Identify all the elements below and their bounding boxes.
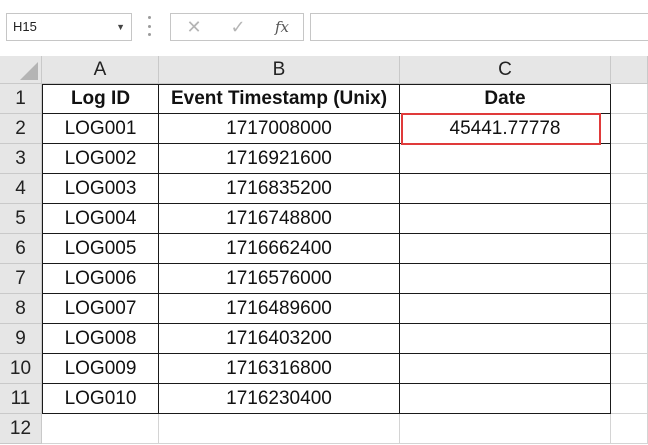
column-header-d[interactable] bbox=[611, 56, 648, 84]
table-cell[interactable] bbox=[400, 264, 611, 294]
row-header[interactable]: 12 bbox=[0, 414, 42, 444]
row-header[interactable]: 10 bbox=[0, 354, 42, 384]
cell[interactable] bbox=[611, 354, 648, 384]
row-header[interactable]: 7 bbox=[0, 264, 42, 294]
table-cell[interactable]: LOG003 bbox=[42, 174, 159, 204]
row-header[interactable]: 6 bbox=[0, 234, 42, 264]
row-header[interactable]: 3 bbox=[0, 144, 42, 174]
cell[interactable] bbox=[611, 264, 648, 294]
formula-bar-area: H15 ▼ ✕ ✓ fx bbox=[0, 0, 648, 56]
cell[interactable] bbox=[611, 384, 648, 414]
table-cell[interactable] bbox=[400, 354, 611, 384]
select-all-corner[interactable] bbox=[0, 56, 42, 84]
table-cell[interactable]: LOG004 bbox=[42, 204, 159, 234]
row-header[interactable]: 8 bbox=[0, 294, 42, 324]
table-cell[interactable] bbox=[400, 144, 611, 174]
table-cell[interactable]: 1716921600 bbox=[159, 144, 400, 174]
spreadsheet-grid: A B C 1 Log ID Event Timestamp (Unix) Da… bbox=[0, 56, 648, 444]
insert-function-icon[interactable]: fx bbox=[267, 14, 297, 40]
table-cell[interactable] bbox=[400, 234, 611, 264]
table-cell[interactable]: LOG002 bbox=[42, 144, 159, 174]
enter-icon[interactable]: ✓ bbox=[223, 14, 253, 40]
cell[interactable] bbox=[611, 294, 648, 324]
table-cell[interactable]: LOG006 bbox=[42, 264, 159, 294]
name-box[interactable]: H15 ▼ bbox=[6, 13, 132, 41]
table-cell[interactable]: LOG009 bbox=[42, 354, 159, 384]
table-cell[interactable] bbox=[400, 204, 611, 234]
drag-handle-icon[interactable] bbox=[147, 16, 151, 36]
table-header-cell[interactable]: Log ID bbox=[42, 84, 159, 114]
chevron-down-icon[interactable]: ▼ bbox=[116, 14, 125, 40]
table-cell[interactable]: LOG005 bbox=[42, 234, 159, 264]
column-header-a[interactable]: A bbox=[42, 56, 159, 84]
table-cell[interactable]: 1716230400 bbox=[159, 384, 400, 414]
table-cell[interactable]: 1716835200 bbox=[159, 174, 400, 204]
cell[interactable] bbox=[611, 414, 648, 444]
table-header-cell[interactable]: Date bbox=[400, 84, 611, 114]
row-header[interactable]: 2 bbox=[0, 114, 42, 144]
cell[interactable] bbox=[611, 84, 648, 114]
table-cell[interactable]: 1717008000 bbox=[159, 114, 400, 144]
table-cell[interactable]: LOG001 bbox=[42, 114, 159, 144]
name-box-value: H15 bbox=[13, 19, 37, 34]
table-cell[interactable] bbox=[400, 174, 611, 204]
table-cell[interactable] bbox=[400, 294, 611, 324]
table-cell[interactable] bbox=[400, 324, 611, 354]
cell[interactable] bbox=[611, 324, 648, 354]
table-cell[interactable]: LOG007 bbox=[42, 294, 159, 324]
row-header[interactable]: 9 bbox=[0, 324, 42, 354]
column-header-c[interactable]: C bbox=[400, 56, 611, 84]
formula-buttons: ✕ ✓ fx bbox=[170, 13, 304, 41]
table-cell[interactable]: 1716316800 bbox=[159, 354, 400, 384]
table-header-cell[interactable]: Event Timestamp (Unix) bbox=[159, 84, 400, 114]
table-cell[interactable]: 1716489600 bbox=[159, 294, 400, 324]
cell[interactable] bbox=[42, 414, 159, 444]
cell[interactable] bbox=[159, 414, 400, 444]
row-header[interactable]: 1 bbox=[0, 84, 42, 114]
cell[interactable] bbox=[611, 234, 648, 264]
column-header-b[interactable]: B bbox=[159, 56, 400, 84]
row-header[interactable]: 11 bbox=[0, 384, 42, 414]
table-cell[interactable]: 45441.77778 bbox=[400, 114, 611, 144]
formula-input[interactable] bbox=[310, 13, 648, 41]
table-cell[interactable]: LOG008 bbox=[42, 324, 159, 354]
table-cell[interactable]: 1716662400 bbox=[159, 234, 400, 264]
row-header[interactable]: 5 bbox=[0, 204, 42, 234]
cell[interactable] bbox=[611, 174, 648, 204]
table-cell[interactable] bbox=[400, 384, 611, 414]
row-header[interactable]: 4 bbox=[0, 174, 42, 204]
cell[interactable] bbox=[611, 204, 648, 234]
cancel-icon[interactable]: ✕ bbox=[179, 14, 209, 40]
table-cell[interactable]: 1716403200 bbox=[159, 324, 400, 354]
table-cell[interactable]: 1716748800 bbox=[159, 204, 400, 234]
cell[interactable] bbox=[611, 114, 648, 144]
table-cell[interactable]: LOG010 bbox=[42, 384, 159, 414]
cell[interactable] bbox=[611, 144, 648, 174]
cell[interactable] bbox=[400, 414, 611, 444]
table-cell[interactable]: 1716576000 bbox=[159, 264, 400, 294]
